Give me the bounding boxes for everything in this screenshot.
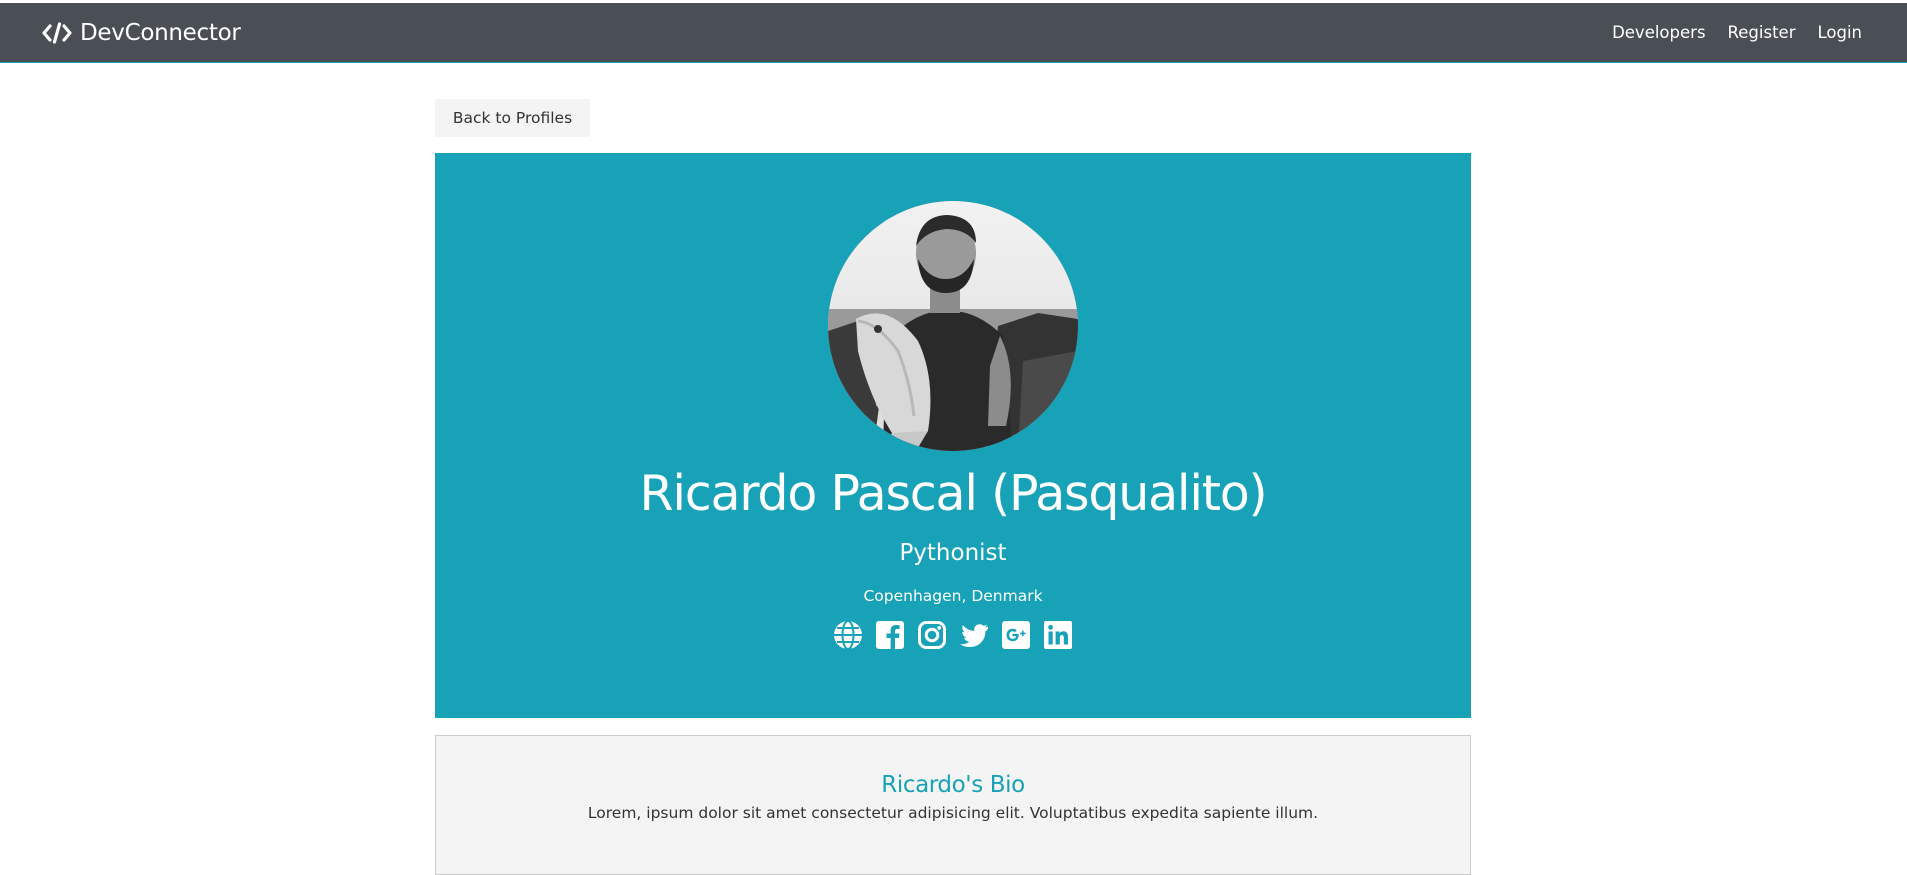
- avatar: [828, 201, 1078, 451]
- nav-link-login[interactable]: Login: [1817, 23, 1862, 42]
- nav-links: Developers Register Login: [1590, 23, 1862, 42]
- nav-link-developers[interactable]: Developers: [1612, 23, 1705, 42]
- linkedin-icon[interactable]: [1042, 619, 1074, 651]
- twitter-icon[interactable]: [958, 619, 990, 651]
- profile-status: Pythonist: [899, 539, 1007, 566]
- profile-location: Copenhagen, Denmark: [863, 587, 1043, 606]
- profile-name: Ricardo Pascal (Pasqualito): [639, 465, 1268, 522]
- social-icons: [827, 619, 1079, 651]
- bio-text: Lorem, ipsum dolor sit amet consectetur …: [587, 804, 1319, 822]
- brand-text: DevConnector: [80, 19, 241, 46]
- facebook-icon[interactable]: [874, 619, 906, 651]
- instagram-icon[interactable]: [916, 619, 948, 651]
- brand-link[interactable]: DevConnector: [42, 20, 241, 46]
- navbar: DevConnector Developers Register Login: [0, 3, 1907, 63]
- globe-icon[interactable]: [832, 619, 864, 651]
- code-icon: [42, 21, 72, 44]
- profile-top: Ricardo Pascal (Pasqualito) Pythonist Co…: [435, 153, 1471, 718]
- profile-bio: Ricardo's Bio Lorem, ipsum dolor sit ame…: [435, 735, 1471, 875]
- back-to-profiles-button[interactable]: Back to Profiles: [435, 99, 590, 137]
- google-plus-icon[interactable]: [1000, 619, 1032, 651]
- nav-link-register[interactable]: Register: [1728, 23, 1796, 42]
- bio-heading: Ricardo's Bio: [881, 772, 1025, 798]
